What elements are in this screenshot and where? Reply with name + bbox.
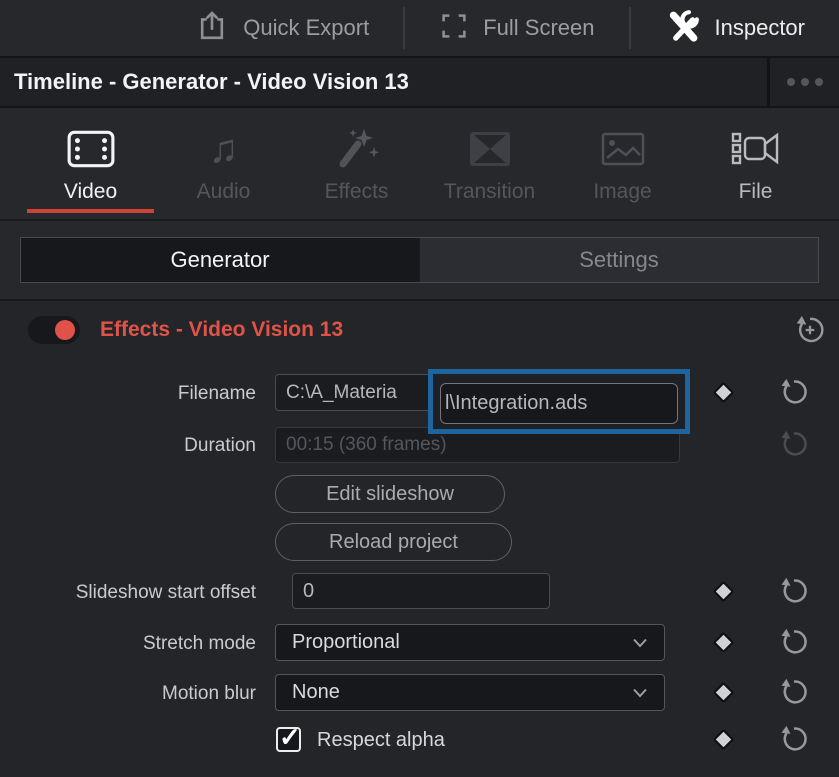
tab-effects[interactable]: Effects (290, 108, 423, 219)
subtab-settings[interactable]: Settings (419, 238, 818, 282)
tab-video[interactable]: Video (24, 108, 157, 219)
active-tab-underline (27, 209, 154, 213)
subtab-row: Generator Settings (0, 221, 839, 301)
tab-effects-label: Effects (325, 180, 389, 204)
image-tab-icon (598, 126, 648, 172)
ellipsis-icon (787, 78, 795, 86)
motion-blur-label: Motion blur (0, 683, 256, 705)
motion-blur-reset-icon[interactable] (779, 677, 809, 707)
offset-keyframe-diamond-icon[interactable] (713, 581, 734, 602)
chevron-down-icon (632, 638, 648, 648)
toggle-knob (55, 320, 75, 340)
filename-tooltip-value: l\Integration.ads (440, 383, 678, 424)
stretch-mode-label: Stretch mode (0, 633, 256, 655)
check-icon: ✓ (279, 722, 301, 753)
respect-alpha-checkbox[interactable]: ✓ (276, 727, 301, 752)
inspector-tools-icon (665, 8, 701, 49)
transition-tab-icon (466, 126, 514, 172)
quick-export-label: Quick Export (243, 15, 369, 41)
effects-tab-icon (332, 126, 382, 172)
tab-image[interactable]: Image (556, 108, 689, 219)
filename-reset-icon[interactable] (779, 377, 809, 407)
motion-blur-dropdown[interactable]: None (275, 674, 665, 711)
title-bar: Timeline - Generator - Video Vision 13 (0, 58, 839, 108)
audio-tab-icon: ♫ (209, 126, 239, 172)
reload-project-button[interactable]: Reload project (275, 523, 512, 561)
tab-transition-label: Transition (444, 180, 535, 204)
subtab-generator[interactable]: Generator (21, 238, 419, 282)
respect-alpha-keyframe-diamond-icon[interactable] (713, 729, 734, 750)
motion-blur-keyframe-diamond-icon[interactable] (713, 682, 734, 703)
inspector-label: Inspector (715, 15, 806, 41)
file-tab-icon (729, 126, 783, 172)
video-tab-icon (66, 126, 116, 172)
stretch-reset-icon[interactable] (779, 627, 809, 657)
duration-label: Duration (0, 435, 256, 457)
full-screen-label: Full Screen (483, 15, 594, 41)
slideshow-start-offset-input[interactable]: 0 (292, 573, 550, 609)
full-screen-button[interactable]: Full Screen (405, 0, 628, 56)
quick-export-button[interactable]: Quick Export (161, 0, 403, 56)
chevron-down-icon (632, 688, 648, 698)
tab-image-label: Image (593, 180, 651, 204)
export-icon (195, 9, 229, 48)
tab-file-label: File (739, 180, 773, 204)
tab-video-label: Video (64, 180, 117, 204)
filename-keyframe-diamond-icon[interactable] (713, 382, 734, 403)
reset-all-icon[interactable] (794, 314, 824, 344)
effects-enable-toggle[interactable] (28, 316, 80, 344)
filename-label: Filename (0, 383, 256, 405)
tab-audio-label: Audio (197, 180, 251, 204)
duration-reset-icon (779, 429, 809, 459)
inspector-button[interactable]: Inspector (631, 0, 839, 56)
overflow-menu-button[interactable] (767, 58, 839, 106)
top-toolbar: Quick Export Full Screen (0, 0, 839, 58)
generator-properties-panel: Effects - Video Vision 13 Filename C:\A_… (0, 301, 839, 773)
stretch-mode-dropdown[interactable]: Proportional (275, 624, 665, 661)
inspector-panel-window: Quick Export Full Screen (0, 0, 839, 777)
ellipsis-icon (801, 78, 809, 86)
fullscreen-icon (439, 11, 469, 46)
respect-alpha-reset-icon[interactable] (779, 724, 809, 754)
tab-file[interactable]: File (689, 108, 822, 219)
offset-reset-icon[interactable] (779, 576, 809, 606)
inspector-tabs: Video ♫ Audio Effects (0, 108, 839, 221)
filename-tooltip-overlay: l\Integration.ads (428, 369, 690, 434)
respect-alpha-label: Respect alpha (317, 729, 445, 752)
generator-settings-switch: Generator Settings (20, 237, 819, 283)
slideshow-start-offset-label: Slideshow start offset (0, 582, 256, 604)
stretch-keyframe-diamond-icon[interactable] (713, 632, 734, 653)
tab-transition[interactable]: Transition (423, 108, 556, 219)
edit-slideshow-button[interactable]: Edit slideshow (275, 475, 505, 513)
page-title: Timeline - Generator - Video Vision 13 (0, 58, 767, 106)
tab-audio[interactable]: ♫ Audio (157, 108, 290, 219)
section-title: Effects - Video Vision 13 (100, 318, 343, 342)
ellipsis-icon (815, 78, 823, 86)
